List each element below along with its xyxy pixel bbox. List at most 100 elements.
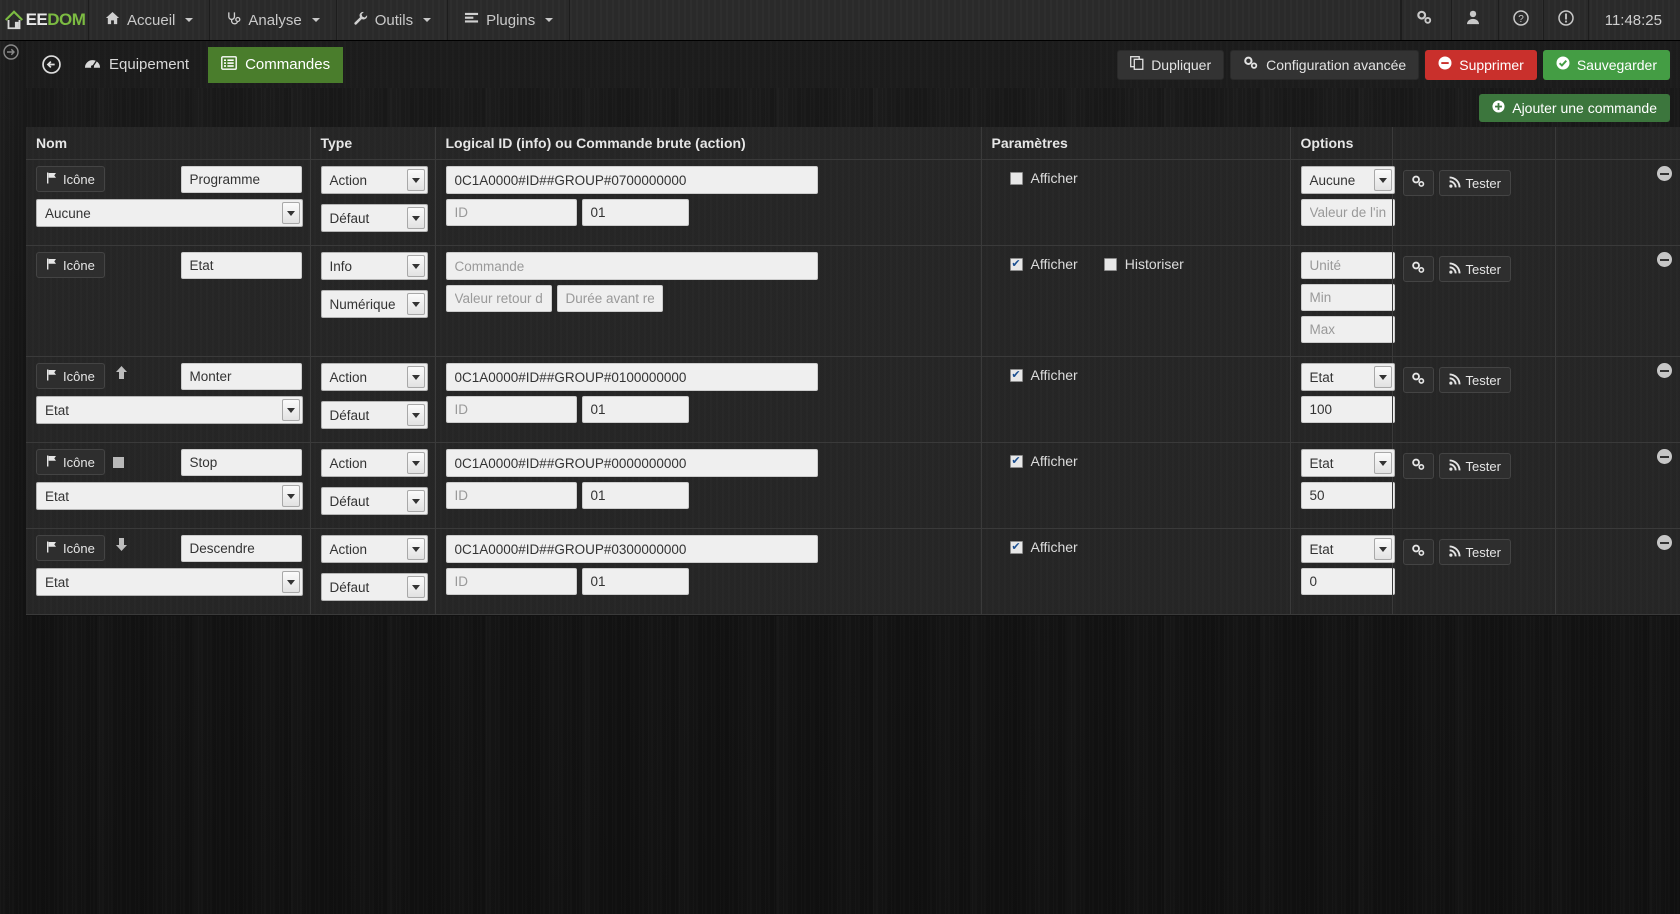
remove-command-button[interactable]: [1657, 166, 1672, 181]
command-value-input[interactable]: [581, 396, 689, 423]
tab-commandes[interactable]: Commandes: [208, 46, 344, 83]
info-field-1[interactable]: [556, 285, 663, 312]
afficher-checkbox-box[interactable]: [1009, 171, 1023, 185]
afficher-checkbox-box[interactable]: [1009, 454, 1023, 468]
tester-button[interactable]: Tester: [1438, 539, 1511, 565]
nav-menu-analyse[interactable]: Analyse: [210, 0, 337, 40]
command-value-input[interactable]: [581, 568, 689, 595]
nav-menu-plugins[interactable]: Plugins: [448, 0, 571, 40]
option-field-1[interactable]: [1300, 284, 1395, 311]
remove-command-button[interactable]: [1657, 363, 1672, 378]
command-link-select[interactable]: Aucune: [36, 199, 303, 227]
option-select[interactable]: Aucune: [1300, 166, 1395, 194]
row-config-button[interactable]: [1402, 539, 1434, 565]
option-select[interactable]: Etat: [1300, 449, 1395, 477]
command-link-select[interactable]: Etat: [36, 482, 303, 510]
command-type-select[interactable]: Action: [320, 535, 428, 563]
afficher-checkbox-box[interactable]: [1009, 368, 1023, 382]
option-select[interactable]: Etat: [1300, 535, 1395, 563]
option-field-0[interactable]: [1300, 199, 1395, 226]
icone-button[interactable]: Icône: [36, 363, 105, 389]
tester-button[interactable]: Tester: [1438, 256, 1511, 282]
row-config-button[interactable]: [1402, 256, 1434, 282]
cell-options: [1290, 245, 1395, 357]
nav-menu-accueil[interactable]: Accueil: [89, 0, 211, 40]
logical-id-input[interactable]: [445, 252, 818, 280]
command-id-input[interactable]: [445, 396, 577, 423]
ajouter-une-commande-button[interactable]: Ajouter une commande: [1479, 93, 1670, 122]
row-config-button[interactable]: [1402, 453, 1434, 479]
configuration-avancee-button[interactable]: Configuration avancée: [1230, 49, 1420, 80]
nav-help-button[interactable]: ?: [1497, 0, 1543, 40]
brand-logo[interactable]: EE DOM: [0, 0, 89, 40]
dupliquer-button[interactable]: Dupliquer: [1117, 49, 1225, 80]
tester-label: Tester: [1465, 261, 1501, 277]
command-value-input[interactable]: [581, 482, 689, 509]
afficher-checkbox[interactable]: Afficher: [1009, 539, 1078, 555]
icone-button[interactable]: Icône: [36, 252, 105, 278]
icone-button[interactable]: Icône: [36, 166, 105, 192]
command-type-select[interactable]: Action: [320, 449, 428, 477]
option-select[interactable]: Etat: [1300, 363, 1395, 391]
cell-parametres: Afficher: [981, 356, 1291, 443]
info-field-0[interactable]: [445, 285, 552, 312]
command-type-select[interactable]: Info: [320, 252, 428, 280]
afficher-checkbox-box[interactable]: [1009, 540, 1023, 554]
logical-id-input[interactable]: [445, 166, 818, 194]
afficher-checkbox[interactable]: Afficher: [1009, 367, 1078, 383]
command-id-input[interactable]: [445, 482, 577, 509]
afficher-checkbox-box[interactable]: [1009, 257, 1023, 271]
icone-button[interactable]: Icône: [36, 535, 105, 561]
command-name-input[interactable]: [180, 166, 302, 193]
remove-command-button[interactable]: [1657, 535, 1672, 550]
brand-ee-text: EE: [25, 10, 48, 29]
command-type-select[interactable]: Action: [320, 363, 428, 391]
chevron-down-icon: [545, 18, 554, 22]
command-id-input[interactable]: [445, 568, 577, 595]
sidebar-toggle-icon[interactable]: [0, 41, 22, 63]
logical-id-input[interactable]: [445, 363, 818, 391]
tester-button[interactable]: Tester: [1438, 170, 1511, 196]
option-field-0[interactable]: [1300, 482, 1395, 509]
supprimer-button[interactable]: Supprimer: [1425, 49, 1537, 80]
command-name-input[interactable]: [180, 252, 302, 279]
logical-id-input[interactable]: [445, 535, 818, 563]
tab-equipement[interactable]: Equipement: [71, 47, 202, 83]
icone-button[interactable]: Icône: [36, 449, 105, 475]
command-subtype-select[interactable]: Numérique: [320, 290, 428, 318]
command-subtype-select[interactable]: Défaut: [320, 487, 428, 515]
option-field-0[interactable]: [1300, 396, 1395, 423]
option-field-2[interactable]: [1300, 316, 1395, 343]
command-subtype-select[interactable]: Défaut: [320, 401, 428, 429]
option-field-0[interactable]: [1300, 568, 1395, 595]
command-name-input[interactable]: [180, 363, 302, 390]
command-id-input[interactable]: [445, 199, 577, 226]
row-config-button[interactable]: [1402, 170, 1434, 196]
command-link-select[interactable]: Etat: [36, 568, 303, 596]
sauvegarder-button[interactable]: Sauvegarder: [1542, 49, 1670, 80]
command-type-select[interactable]: Action: [320, 166, 428, 194]
nav-gears-button[interactable]: [1400, 0, 1451, 40]
back-button[interactable]: [37, 51, 65, 79]
option-field-0[interactable]: [1300, 252, 1395, 279]
command-link-select[interactable]: Etat: [36, 396, 303, 424]
command-subtype-select[interactable]: Défaut: [320, 204, 428, 232]
historiser-checkbox[interactable]: Historiser: [1103, 256, 1184, 272]
historiser-checkbox-box[interactable]: [1103, 257, 1117, 271]
command-value-input[interactable]: [581, 199, 689, 226]
afficher-checkbox[interactable]: Afficher: [1009, 256, 1078, 272]
command-name-input[interactable]: [180, 535, 302, 562]
afficher-checkbox[interactable]: Afficher: [1009, 170, 1078, 186]
command-name-input[interactable]: [180, 449, 302, 476]
row-config-button[interactable]: [1402, 367, 1434, 393]
nav-menu-outils[interactable]: Outils: [337, 0, 449, 40]
nav-warning-button[interactable]: [1542, 0, 1588, 40]
remove-command-button[interactable]: [1657, 252, 1672, 267]
remove-command-button[interactable]: [1657, 449, 1672, 464]
logical-id-input[interactable]: [445, 449, 818, 477]
nav-user-button[interactable]: [1450, 0, 1498, 40]
tester-button[interactable]: Tester: [1438, 453, 1511, 479]
tester-button[interactable]: Tester: [1438, 367, 1511, 393]
command-subtype-select[interactable]: Défaut: [320, 573, 428, 601]
afficher-checkbox[interactable]: Afficher: [1009, 453, 1078, 469]
